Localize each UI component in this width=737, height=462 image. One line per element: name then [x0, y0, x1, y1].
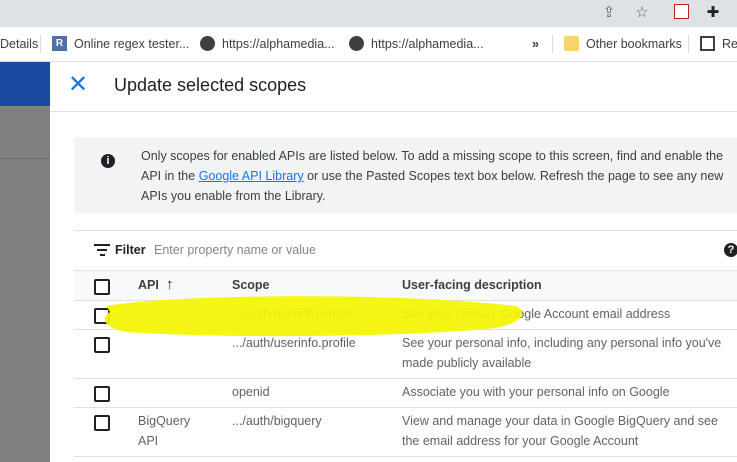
extension-icon-red[interactable]	[672, 4, 690, 22]
browser-toolbar: ⇪ ☆ ✚	[0, 0, 737, 27]
extensions-puzzle-icon[interactable]: ✚	[704, 4, 722, 22]
column-header-api[interactable]: API	[138, 278, 159, 292]
row-divider	[74, 407, 737, 408]
row-checkbox[interactable]	[94, 308, 110, 324]
other-bookmarks-folder[interactable]: Other bookmarks	[564, 27, 682, 61]
select-all-checkbox[interactable]	[94, 279, 110, 295]
filter-divider	[74, 230, 737, 231]
api-cell: BigQuery API	[138, 414, 191, 448]
row-divider	[74, 329, 737, 330]
google-api-library-link[interactable]: Google API Library	[199, 169, 304, 183]
header-divider	[50, 111, 737, 112]
background-divider	[0, 158, 50, 159]
row-divider	[74, 456, 737, 457]
bookmark-details[interactable]: Details	[0, 27, 38, 61]
folder-icon	[564, 36, 579, 52]
globe-icon	[349, 36, 364, 52]
row-checkbox[interactable]	[94, 386, 110, 402]
info-icon: i	[101, 154, 115, 168]
bookmark-separator	[688, 35, 689, 53]
row-checkbox[interactable]	[94, 337, 110, 353]
bookmark-regex-tester[interactable]: R Online regex tester...	[52, 27, 189, 61]
share-icon[interactable]: ⇪	[600, 4, 618, 22]
info-banner: i Only scopes for enabled APIs are liste…	[74, 137, 737, 213]
column-header-description[interactable]: User-facing description	[402, 278, 542, 292]
sort-ascending-icon[interactable]: ↑	[166, 276, 174, 293]
scope-cell: .../auth/userinfo.profile	[232, 336, 356, 350]
filter-input[interactable]	[154, 238, 614, 262]
help-icon[interactable]: ?	[724, 243, 737, 257]
bookmark-separator	[40, 35, 41, 53]
description-cell: View and manage your data in Google BigQ…	[402, 414, 718, 448]
bookmarks-bar: Details R Online regex tester... https://…	[0, 27, 737, 62]
filter-label: Filter	[115, 243, 146, 257]
scope-cell: .../auth/bigquery	[232, 414, 322, 428]
background-page-overlay	[0, 62, 50, 462]
bookmark-separator	[552, 35, 553, 53]
reading-list-button[interactable]: Re	[700, 27, 737, 61]
info-message: Only scopes for enabled APIs are listed …	[141, 149, 724, 203]
scope-cell: .../auth/userinfo.email	[232, 307, 352, 321]
row-divider	[74, 378, 737, 379]
filter-icon[interactable]	[94, 244, 110, 258]
bookmark-alphamedia-1[interactable]: https://alphamedia...	[200, 27, 335, 61]
bookmark-star-icon[interactable]: ☆	[633, 4, 651, 22]
description-cell: See your personal info, including any pe…	[402, 336, 722, 370]
description-cell: See your primary Google Account email ad…	[402, 307, 671, 321]
column-header-scope[interactable]: Scope	[232, 278, 270, 292]
more-bookmarks-button[interactable]: »	[532, 27, 539, 61]
row-checkbox[interactable]	[94, 415, 110, 431]
background-header	[0, 62, 50, 106]
globe-icon	[200, 36, 215, 52]
close-icon: ✕	[67, 71, 89, 98]
regex-icon: R	[52, 36, 67, 52]
reading-list-icon	[700, 36, 715, 52]
panel-title: Update selected scopes	[114, 75, 307, 95]
bookmark-alphamedia-2[interactable]: https://alphamedia...	[349, 27, 484, 61]
close-button[interactable]: ✕	[67, 71, 89, 98]
description-cell: Associate you with your personal info on…	[402, 385, 670, 399]
scope-cell: openid	[232, 385, 270, 399]
update-scopes-panel: ✕ Update selected scopes i Only scopes f…	[50, 62, 737, 462]
